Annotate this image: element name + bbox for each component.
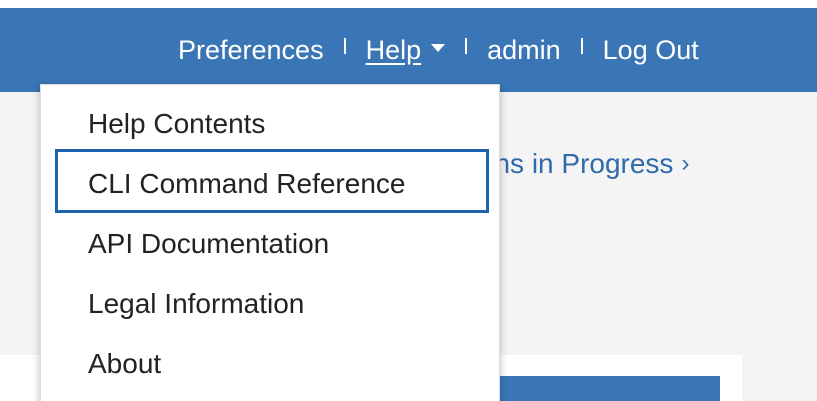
preferences-link[interactable]: Preferences	[178, 35, 324, 66]
help-dropdown-menu: Help Contents CLI Command Reference API …	[40, 84, 500, 401]
nav-separator	[465, 38, 468, 54]
help-link-label: Help	[365, 34, 422, 65]
page: Preferences Help admin Log Out rations i…	[0, 0, 817, 401]
nav-separator	[580, 38, 583, 54]
menu-item-about[interactable]: About	[88, 348, 161, 380]
menu-item-help-contents[interactable]: Help Contents	[88, 108, 265, 140]
menu-item-api-documentation[interactable]: API Documentation	[88, 228, 329, 260]
menu-item-legal-information[interactable]: Legal Information	[88, 288, 304, 320]
user-menu[interactable]: admin	[487, 35, 561, 66]
caret-down-icon[interactable]	[431, 44, 446, 52]
help-menu-toggle[interactable]: Help	[366, 35, 422, 66]
menu-item-highlight-box	[55, 149, 489, 213]
nav-separator	[343, 38, 346, 54]
primary-button-partial[interactable]	[498, 376, 720, 401]
top-navigation: Preferences Help admin Log Out	[178, 8, 699, 92]
logout-link[interactable]: Log Out	[603, 35, 699, 66]
chevron-right-icon: ›	[681, 150, 690, 177]
